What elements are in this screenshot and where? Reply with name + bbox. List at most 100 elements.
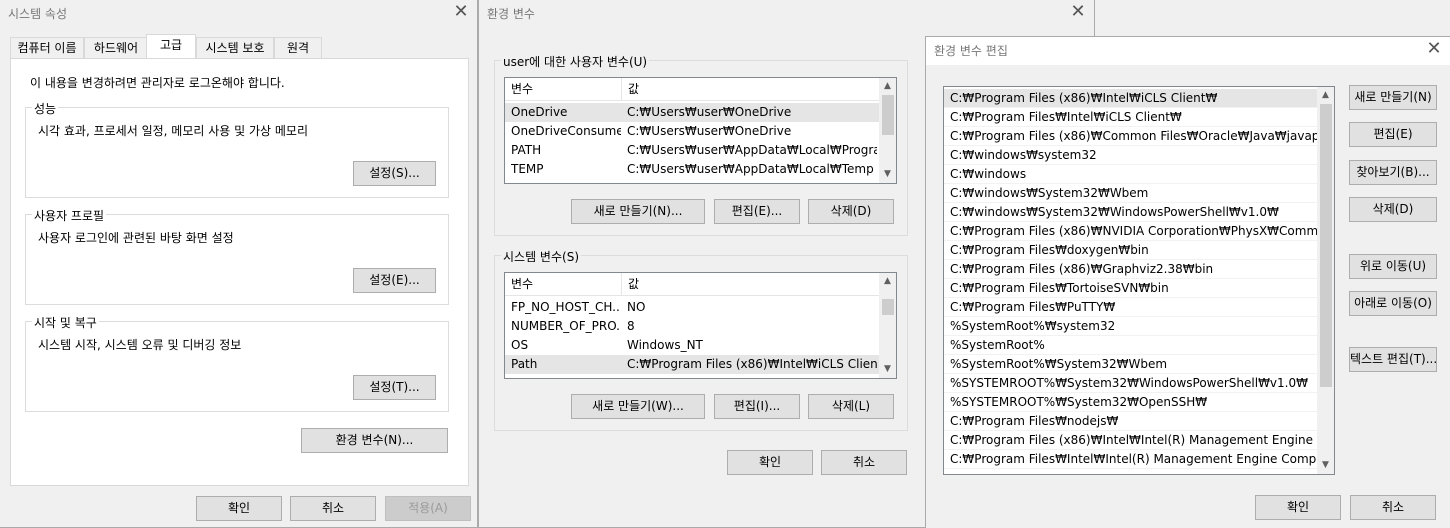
- list-item[interactable]: C:₩Program Files (x86)₩Intel₩Intel(R) Ma…: [944, 431, 1317, 450]
- close-icon[interactable]: ✕: [451, 1, 471, 23]
- list-header: 변수 값: [505, 273, 879, 296]
- list-item[interactable]: %SYSTEMROOT%₩System32₩OpenSSH₩: [944, 393, 1317, 412]
- system-new-button[interactable]: 새로 만들기(W)...: [571, 394, 705, 419]
- list-item[interactable]: C:₩Program Files (x86)₩NVIDIA Corporatio…: [944, 222, 1317, 241]
- performance-label: 성능: [32, 100, 59, 117]
- cancel-button[interactable]: 취소: [1350, 495, 1436, 520]
- table-row[interactable]: TEMP C:₩Users₩user₩AppData₩Local₩Temp: [505, 160, 879, 179]
- variable-name: OneDriveConsumer: [511, 124, 621, 138]
- table-row[interactable]: OneDrive C:₩Users₩user₩OneDrive: [505, 103, 879, 122]
- environment-variables-button[interactable]: 환경 변수(N)...: [301, 428, 448, 453]
- scroll-thumb[interactable]: [882, 299, 894, 315]
- list-header: 변수 값: [505, 78, 879, 101]
- admin-notice: 이 내용을 변경하려면 관리자로 로그온해야 합니다.: [30, 76, 285, 90]
- list-item[interactable]: C:₩Program Files₩TortoiseSVN₩bin: [944, 279, 1317, 298]
- variable-name: FP_NO_HOST_CH...: [511, 300, 621, 314]
- tab-system-protection[interactable]: 시스템 보호: [196, 37, 274, 58]
- apply-button[interactable]: 적용(A): [385, 496, 471, 521]
- scroll-thumb[interactable]: [882, 95, 894, 135]
- edit-button[interactable]: 편집(E): [1349, 122, 1437, 147]
- list-item[interactable]: C:₩windows₩System32₩Wbem: [944, 184, 1317, 203]
- move-down-button[interactable]: 아래로 이동(O): [1349, 291, 1437, 316]
- new-button[interactable]: 새로 만들기(N): [1349, 85, 1437, 110]
- scroll-down-icon[interactable]: ▼: [879, 361, 896, 378]
- scroll-down-icon[interactable]: ▼: [1317, 457, 1334, 474]
- cancel-button[interactable]: 취소: [821, 450, 907, 475]
- user-profiles-label: 사용자 프로필: [32, 207, 107, 224]
- table-row[interactable]: NUMBER_OF_PRO... 8: [505, 317, 879, 336]
- list-item[interactable]: %SYSTEMROOT%₩System32₩WindowsPowerShell₩…: [944, 374, 1317, 393]
- user-profiles-settings-button[interactable]: 설정(E)...: [353, 268, 436, 293]
- table-row[interactable]: FP_NO_HOST_CH... NO: [505, 298, 879, 317]
- variable-value: Windows_NT: [627, 338, 703, 352]
- variable-name: NUMBER_OF_PRO...: [511, 319, 621, 333]
- system-edit-button[interactable]: 편집(I)...: [714, 394, 800, 419]
- user-variables-list[interactable]: 변수 값 OneDrive C:₩Users₩user₩OneDrive One…: [504, 77, 897, 184]
- tab-strip: 컴퓨터 이름 하드웨어 고급 시스템 보호 원격: [10, 34, 470, 59]
- browse-button[interactable]: 찾아보기(B)...: [1349, 160, 1437, 185]
- variable-value: NO: [627, 300, 646, 314]
- list-item[interactable]: C:₩Program Files₩PuTTY₩: [944, 298, 1317, 317]
- list-item[interactable]: C:₩Program Files (x86)₩Intel₩iCLS Client…: [944, 89, 1317, 108]
- startup-recovery-settings-button[interactable]: 설정(T)...: [353, 375, 436, 400]
- list-item[interactable]: %SystemRoot%: [944, 336, 1317, 355]
- list-item[interactable]: C:₩Program Files (x86)₩Graphviz2.38₩bin: [944, 260, 1317, 279]
- list-item[interactable]: C:₩Program Files (x86)₩Common Files₩Orac…: [944, 127, 1317, 146]
- table-row[interactable]: OS Windows_NT: [505, 336, 879, 355]
- variable-name: PATH: [511, 143, 542, 157]
- scroll-up-icon[interactable]: ▲: [1317, 87, 1334, 104]
- window-title: 환경 변수 편집: [934, 44, 1008, 58]
- tab-computer-name[interactable]: 컴퓨터 이름: [10, 37, 84, 58]
- performance-settings-button[interactable]: 설정(S)...: [353, 161, 436, 186]
- ok-button[interactable]: 확인: [1255, 495, 1341, 520]
- vertical-scrollbar[interactable]: ▲ ▼: [1317, 87, 1334, 474]
- edit-text-button[interactable]: 텍스트 편집(T)...: [1349, 347, 1437, 372]
- edit-environment-variable-window: 환경 변수 편집 ✕ C:₩Program Files (x86)₩Intel₩…: [925, 36, 1450, 528]
- system-delete-button[interactable]: 삭제(L): [808, 394, 894, 419]
- titlebar: 환경 변수 편집 ✕: [926, 37, 1450, 65]
- list-item[interactable]: %SystemRoot%₩System32₩Wbem: [944, 355, 1317, 374]
- table-row[interactable]: PATH C:₩Users₩user₩AppData₩Local₩Program…: [505, 141, 879, 160]
- list-item[interactable]: C:₩windows₩System32₩WindowsPowerShell₩v1…: [944, 203, 1317, 222]
- user-delete-button[interactable]: 삭제(D): [808, 199, 894, 224]
- startup-recovery-desc: 시스템 시작, 시스템 오류 및 디버깅 정보: [38, 338, 242, 352]
- list-item[interactable]: C:₩windows: [944, 165, 1317, 184]
- ok-button[interactable]: 확인: [727, 450, 813, 475]
- cancel-button[interactable]: 취소: [290, 496, 376, 521]
- list-item[interactable]: C:₩Program Files₩nodejs₩: [944, 412, 1317, 431]
- user-variables-label: user에 대한 사용자 변수(U): [501, 53, 650, 70]
- variable-value: C:₩Users₩user₩AppData₩Local₩Programs...: [627, 143, 877, 157]
- list-item[interactable]: C:₩Program Files₩Intel₩Intel(R) Manageme…: [944, 450, 1317, 469]
- list-item[interactable]: C:₩Program Files₩Intel₩iCLS Client₩: [944, 108, 1317, 127]
- scroll-up-icon[interactable]: ▲: [879, 78, 896, 95]
- vertical-scrollbar[interactable]: ▲ ▼: [879, 78, 896, 183]
- variable-name: OS: [511, 338, 529, 352]
- path-list[interactable]: C:₩Program Files (x86)₩Intel₩iCLS Client…: [943, 86, 1335, 475]
- user-edit-button[interactable]: 편집(E)...: [714, 199, 800, 224]
- move-up-button[interactable]: 위로 이동(U): [1349, 254, 1437, 279]
- tab-hardware[interactable]: 하드웨어: [84, 37, 148, 58]
- table-row[interactable]: OneDriveConsumer C:₩Users₩user₩OneDrive: [505, 122, 879, 141]
- delete-button[interactable]: 삭제(D): [1349, 197, 1437, 222]
- close-icon[interactable]: ✕: [1424, 38, 1444, 60]
- scroll-down-icon[interactable]: ▼: [879, 166, 896, 183]
- close-icon[interactable]: ✕: [1068, 1, 1088, 23]
- table-row[interactable]: Path C:₩Program Files (x86)₩Intel₩iCLS C…: [505, 355, 879, 374]
- column-header-variable[interactable]: 변수: [505, 273, 622, 296]
- column-header-value[interactable]: 값: [622, 273, 880, 296]
- list-item[interactable]: C:₩Program Files₩doxygen₩bin: [944, 241, 1317, 260]
- tab-advanced[interactable]: 고급: [146, 34, 196, 58]
- user-new-button[interactable]: 새로 만들기(N)...: [571, 199, 705, 224]
- scroll-thumb[interactable]: [1320, 104, 1332, 387]
- system-variables-list[interactable]: 변수 값 FP_NO_HOST_CH... NO NUMBER_OF_PRO..…: [504, 272, 897, 379]
- scroll-up-icon[interactable]: ▲: [879, 273, 896, 290]
- vertical-scrollbar[interactable]: ▲ ▼: [879, 273, 896, 378]
- list-item[interactable]: C:₩windows₩system32: [944, 146, 1317, 165]
- ok-button[interactable]: 확인: [196, 496, 282, 521]
- variable-name: Path: [511, 357, 538, 371]
- list-item[interactable]: %SystemRoot%₩system32: [944, 317, 1317, 336]
- column-header-value[interactable]: 값: [622, 78, 880, 101]
- column-header-variable[interactable]: 변수: [505, 78, 622, 101]
- tab-remote[interactable]: 원격: [274, 37, 322, 58]
- window-title: 환경 변수: [487, 7, 535, 21]
